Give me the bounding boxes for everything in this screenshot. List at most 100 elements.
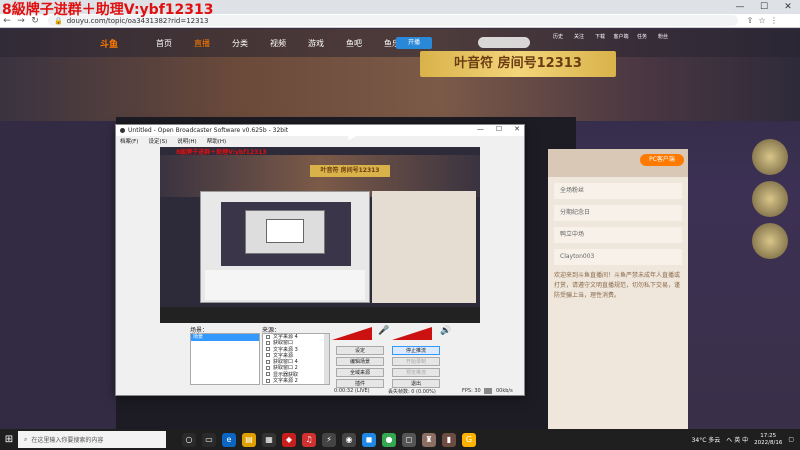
minimize-button[interactable]: — xyxy=(728,0,752,14)
app-bolt-icon[interactable]: ⚡ xyxy=(322,432,336,447)
scene-item[interactable]: 场景 xyxy=(191,334,259,341)
client-icon[interactable]: 客户端 xyxy=(613,34,629,41)
history-icon[interactable]: 历史 xyxy=(550,34,566,41)
download-icon[interactable]: 下载 xyxy=(592,34,608,41)
side-row[interactable]: Clayton003 xyxy=(554,249,682,265)
menu-yuba[interactable]: 鱼吧 xyxy=(346,38,362,49)
app-blue-icon[interactable]: ◼ xyxy=(362,432,376,447)
maximize-button[interactable]: ☐ xyxy=(752,0,776,14)
close-button[interactable]: ✕ xyxy=(776,0,800,14)
tray-icons[interactable]: へ 英 中 xyxy=(726,435,748,444)
follow-icon[interactable]: 关注 xyxy=(571,34,587,41)
chrome-icon[interactable]: ● xyxy=(382,432,396,447)
obs-close-button[interactable]: ✕ xyxy=(514,125,520,133)
source-checkbox[interactable] xyxy=(266,372,270,377)
fans-icon[interactable]: 粉丝 xyxy=(655,34,671,41)
desktop-volume-meter[interactable] xyxy=(392,327,432,340)
start-recording-button[interactable]: 开始录制 xyxy=(392,357,440,366)
stream-time: 0:00:32 (LIVE) xyxy=(334,388,370,394)
event-badge[interactable] xyxy=(752,223,788,259)
settings-button[interactable]: 设定 xyxy=(336,346,384,355)
taskbar-apps: ○ ▭ e ▤ ▦ ◆ ♫ ⚡ ◉ ◼ ● ◻ ♜ ▮ G xyxy=(182,432,476,447)
source-list[interactable]: 文字来源 4 获取窗口 文字来源 3 文字来源 获取窗口 4 获取窗口 2 显示… xyxy=(262,333,330,385)
pc-client-button[interactable]: PC客户端 xyxy=(640,154,684,166)
source-checkbox[interactable] xyxy=(266,347,270,352)
source-checkbox[interactable] xyxy=(266,353,270,358)
widgets-icon[interactable]: ▭ xyxy=(202,432,216,447)
extensions-icon[interactable]: ⋮ xyxy=(768,16,780,25)
taskbar-search-input[interactable]: ⌕ 在这里输入你要搜索的内容 xyxy=(18,431,166,448)
screen: — ☐ ✕ 8級牌子进群＋助理V:ybf12313 ← → ↻ 🔒 douyu.… xyxy=(0,0,800,450)
obs-menu-help[interactable]: 帮助(H) xyxy=(207,137,226,145)
windows-start-icon[interactable]: ⊞ xyxy=(0,434,18,445)
source-checkbox[interactable] xyxy=(266,334,270,339)
room-number-banner: 叶音符 房间号12313 xyxy=(420,51,616,77)
obs-menubar: 档案(F) 设定(S) 说明(H) 帮助(H) xyxy=(116,136,524,145)
menu-video[interactable]: 视频 xyxy=(270,38,286,49)
douyu-search-input[interactable] xyxy=(478,37,530,48)
menu-game[interactable]: 游戏 xyxy=(308,38,324,49)
search-placeholder: 在这里输入你要搜索的内容 xyxy=(31,437,104,444)
source-checkbox[interactable] xyxy=(266,340,270,345)
app-dark-icon[interactable]: ▮ xyxy=(442,432,456,447)
explorer-icon[interactable]: ▤ xyxy=(242,432,256,447)
source-label: 显示器获取 xyxy=(273,371,299,378)
app-gray-icon[interactable]: ◻ xyxy=(402,432,416,447)
app-yellow-icon[interactable]: G xyxy=(462,432,476,447)
source-item[interactable]: 文字来源 2 xyxy=(263,378,329,384)
system-tray: 34°C 多云 へ 英 中 17:25 2022/8/16 ▢ xyxy=(692,429,794,450)
preview-stream-button[interactable]: 预览推流 xyxy=(392,368,440,377)
app-red-icon[interactable]: ◆ xyxy=(282,432,296,447)
side-row[interactable]: 分期纪念日 xyxy=(554,205,682,221)
speaker-icon[interactable]: 🔊 xyxy=(440,326,451,336)
obs-minimize-button[interactable]: — xyxy=(477,125,484,133)
stop-stream-button[interactable]: 停止推流 xyxy=(392,346,440,355)
douyu-nav-icons: 历史 关注 下载 客户端 任务 粉丝 xyxy=(550,34,671,41)
obs-taskbar-icon[interactable]: ◉ xyxy=(342,432,356,447)
source-scrollbar[interactable] xyxy=(324,334,329,384)
chat-side-panel: 全场粉丝 分期纪念日 鸭立中场 Clayton003 欢迎来到斗鱼直播间！斗鱼严… xyxy=(548,149,688,449)
mic-volume-meter[interactable] xyxy=(332,327,372,340)
menu-category[interactable]: 分类 xyxy=(232,38,248,49)
side-row[interactable]: 鸭立中场 xyxy=(554,227,682,243)
store-icon[interactable]: ▦ xyxy=(262,432,276,447)
menu-live[interactable]: 直播 xyxy=(194,38,210,49)
edit-scene-button[interactable]: 编辑场景 xyxy=(336,357,384,366)
task-view-icon[interactable]: ○ xyxy=(182,432,196,447)
preview-side-panel xyxy=(372,191,476,303)
share-icon[interactable]: ⇪ xyxy=(744,16,756,25)
douyu-logo[interactable]: 斗鱼 xyxy=(100,37,118,50)
obs-window: Untitled - Open Broadcaster Software v0.… xyxy=(115,124,525,396)
notification-icon[interactable]: ▢ xyxy=(788,436,794,443)
start-live-button[interactable]: 开播 xyxy=(396,37,432,49)
source-checkbox[interactable] xyxy=(266,378,270,383)
task-icon[interactable]: 任务 xyxy=(634,34,650,41)
taskbar-clock[interactable]: 17:25 2022/8/16 xyxy=(754,433,782,447)
star-icon[interactable]: ☆ xyxy=(756,16,768,25)
obs-menu-info[interactable]: 说明(H) xyxy=(177,137,196,145)
source-checkbox[interactable] xyxy=(266,359,270,364)
mic-icon[interactable]: 🎤 xyxy=(378,326,389,336)
page-left-area xyxy=(0,121,116,429)
event-badges xyxy=(752,139,792,259)
preview-overlay-text: 8級牌子进群＋助理V:ybf12313 xyxy=(176,149,267,156)
nested-preview-2 xyxy=(245,210,325,254)
event-badge[interactable] xyxy=(752,181,788,217)
app-brown-icon[interactable]: ♜ xyxy=(422,432,436,447)
menu-home[interactable]: 首页 xyxy=(156,38,172,49)
obs-menu-file[interactable]: 档案(F) xyxy=(120,137,138,145)
obs-preview[interactable]: 8級牌子进群＋助理V:ybf12313 叶音符 房间号12313 xyxy=(160,147,480,323)
obs-menu-settings[interactable]: 设定(S) xyxy=(148,137,167,145)
global-sources-button[interactable]: 全域来源 xyxy=(336,368,384,377)
side-row[interactable]: 全场粉丝 xyxy=(554,183,682,199)
scene-list[interactable]: 场景 xyxy=(190,333,260,385)
netease-music-icon[interactable]: ♫ xyxy=(302,432,316,447)
event-badge[interactable] xyxy=(752,139,788,175)
stream-health-indicator xyxy=(484,388,492,394)
edge-icon[interactable]: e xyxy=(222,432,236,447)
source-label: 获取窗口 2 xyxy=(273,365,298,372)
overlay-title-text: 8級牌子进群＋助理V:ybf12313 xyxy=(2,2,214,18)
obs-maximize-button[interactable]: ☐ xyxy=(496,125,502,133)
source-checkbox[interactable] xyxy=(266,365,270,370)
weather-text[interactable]: 34°C 多云 xyxy=(692,435,721,444)
